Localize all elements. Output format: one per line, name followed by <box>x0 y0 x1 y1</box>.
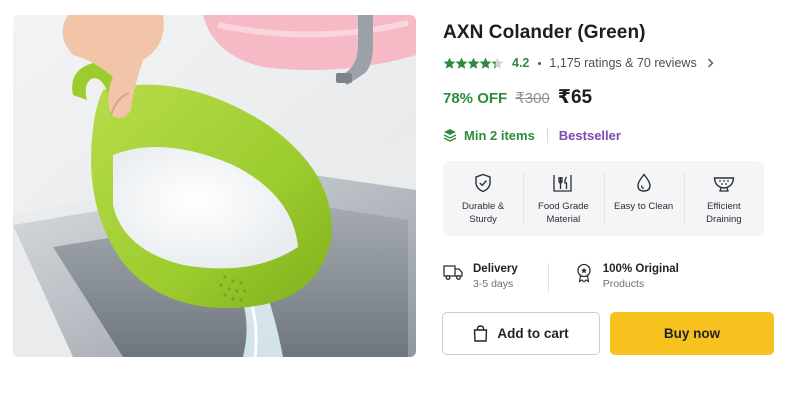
fork-knife-icon <box>553 175 573 192</box>
feature-label: Food Grade Material <box>538 201 589 225</box>
tag-divider <box>546 127 548 143</box>
assurance-row: Delivery 3-5 days 100% Original Products <box>443 263 764 295</box>
chevron-right-icon[interactable] <box>707 58 714 68</box>
shopping-bag-icon <box>474 325 488 342</box>
badge-ribbon-icon <box>577 263 591 283</box>
feature-easy-clean: Easy to Clean <box>603 161 684 236</box>
feature-label: Efficient Draining <box>706 201 742 225</box>
product-image[interactable] <box>13 15 416 357</box>
features-panel: Durable & Sturdy Food Grade Material Eas… <box>443 161 764 236</box>
feature-draining: Efficient Draining <box>683 161 764 236</box>
water-drop-icon <box>636 173 651 192</box>
product-title: AXN Colander (Green) <box>443 22 646 43</box>
add-to-cart-button[interactable]: Add to cart <box>442 312 600 355</box>
strainer-bowl-icon <box>713 177 735 192</box>
feature-label: Easy to Clean <box>614 201 674 212</box>
original-price: ₹300 <box>515 90 550 107</box>
original-subtitle: Products <box>602 278 645 290</box>
delivery-title: Delivery <box>473 263 518 275</box>
rating-value: 4.2 <box>512 56 530 70</box>
feature-durable: Durable & Sturdy <box>443 161 523 236</box>
original-info: 100% Original Products <box>575 263 679 295</box>
stars-icon <box>443 57 504 69</box>
bestseller-tag: Bestseller <box>558 127 621 143</box>
min-items-label: Min 2 items <box>464 127 535 143</box>
colander-photo <box>13 15 416 357</box>
rating-row[interactable]: 4.2 1,175 ratings & 70 reviews <box>443 55 714 71</box>
tags-row: Min 2 items Bestseller <box>443 126 621 144</box>
feature-label: Durable & Sturdy <box>462 201 505 225</box>
buy-now-button[interactable]: Buy now <box>610 312 774 355</box>
separator-dot <box>538 61 542 65</box>
reviews-count[interactable]: 1,175 ratings & 70 reviews <box>549 56 696 70</box>
feature-food-grade: Food Grade Material <box>523 161 603 236</box>
delivery-truck-icon <box>443 265 463 280</box>
price-row: 78% OFF ₹300 ₹65 <box>443 86 592 110</box>
buy-now-label: Buy now <box>663 326 721 341</box>
delivery-subtitle: 3-5 days <box>473 278 514 290</box>
delivery-info: Delivery 3-5 days <box>443 263 518 295</box>
discount-badge: 78% OFF <box>443 90 508 107</box>
assurance-divider <box>547 263 549 293</box>
sale-price: ₹65 <box>557 87 593 108</box>
star-rating <box>443 57 505 70</box>
original-title: 100% Original <box>602 263 679 275</box>
layers-icon <box>443 129 457 142</box>
shield-check-icon <box>475 173 491 193</box>
add-to-cart-label: Add to cart <box>497 326 569 341</box>
min-items-tag: Min 2 items <box>443 128 535 143</box>
